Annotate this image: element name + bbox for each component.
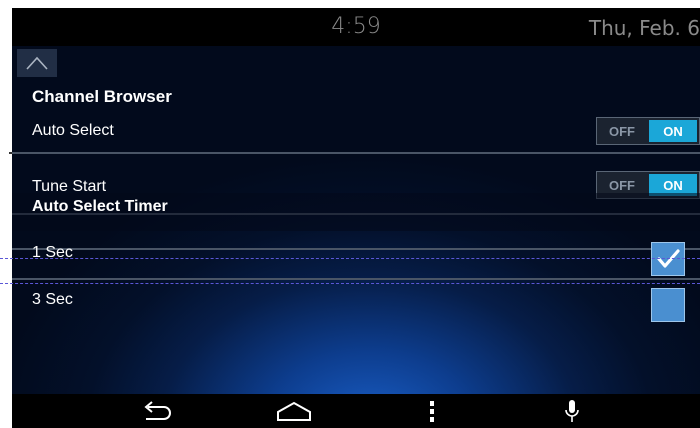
chevron-up-icon: [26, 56, 48, 70]
back-arrow-icon: [144, 401, 171, 420]
settings-screen: 4:59 Thu, Feb. 6 Channel Browser Auto Se…: [12, 8, 700, 428]
section-title-channel-browser: Channel Browser: [32, 87, 172, 106]
home-icon: [277, 401, 311, 421]
menu-button[interactable]: [422, 394, 442, 428]
back-button[interactable]: [137, 394, 177, 428]
option-1-sec-label: 1 Sec: [32, 244, 73, 261]
divider: [12, 248, 700, 250]
menu-dots-icon: [430, 401, 434, 422]
option-1-sec-checkbox[interactable]: [651, 242, 685, 276]
guide-line: [0, 283, 700, 284]
scroll-up-button[interactable]: [17, 49, 57, 77]
auto-select-label: Auto Select: [32, 122, 114, 139]
toggle-on-option[interactable]: ON: [649, 120, 697, 142]
toggle-off-option[interactable]: OFF: [597, 118, 647, 144]
status-bar: 4:59 Thu, Feb. 6: [12, 8, 700, 46]
checkmark-icon: [657, 249, 680, 268]
home-button[interactable]: [274, 394, 314, 428]
voice-button[interactable]: [562, 394, 582, 428]
date: Thu, Feb. 6: [588, 16, 700, 40]
option-3-sec-checkbox[interactable]: [651, 288, 685, 322]
microphone-icon: [565, 400, 579, 422]
section-title-auto-select-timer: Auto Select Timer: [32, 198, 168, 215]
edge-marker: [9, 152, 12, 154]
auto-select-toggle[interactable]: OFF ON: [596, 117, 700, 145]
guide-line: [0, 258, 700, 259]
navigation-bar: [12, 394, 700, 428]
option-3-sec-label: 3 Sec: [32, 291, 73, 308]
divider: [12, 152, 700, 154]
divider: [12, 278, 700, 280]
